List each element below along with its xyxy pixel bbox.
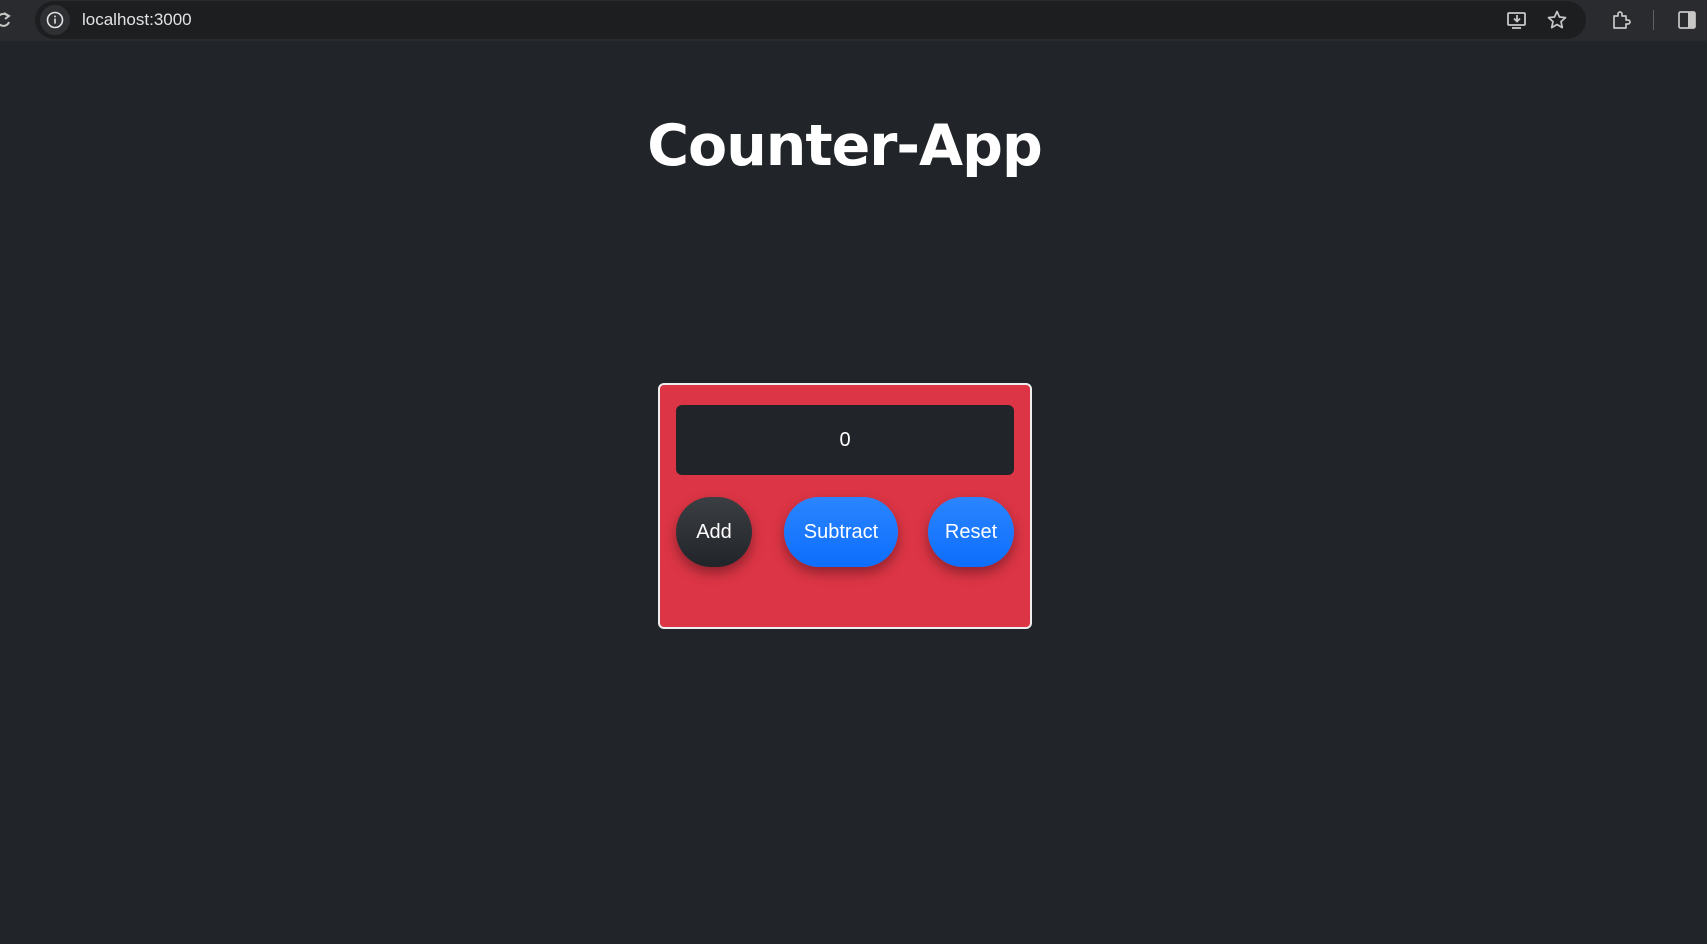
reset-button[interactable]: Reset: [928, 497, 1014, 567]
subtract-button[interactable]: Subtract: [784, 497, 898, 567]
counter-card: 0 Add Subtract Reset: [658, 383, 1032, 629]
page-content: Counter-App 0 Add Subtract Reset: [0, 41, 1707, 944]
site-info-icon[interactable]: [40, 5, 70, 35]
browser-toolbar: localhost:3000: [0, 0, 1707, 41]
page-title: Counter-App: [647, 113, 1043, 179]
bookmark-star-icon[interactable]: [1546, 9, 1568, 31]
side-panel-icon[interactable]: [1676, 9, 1698, 31]
toolbar-divider: [1653, 10, 1654, 30]
url-text[interactable]: localhost:3000: [82, 10, 192, 30]
install-app-icon[interactable]: [1506, 9, 1528, 31]
address-bar[interactable]: localhost:3000: [35, 1, 1586, 39]
reload-icon[interactable]: [0, 10, 12, 30]
counter-display: 0: [676, 405, 1014, 475]
add-button[interactable]: Add: [676, 497, 752, 567]
extensions-icon[interactable]: [1610, 9, 1632, 31]
